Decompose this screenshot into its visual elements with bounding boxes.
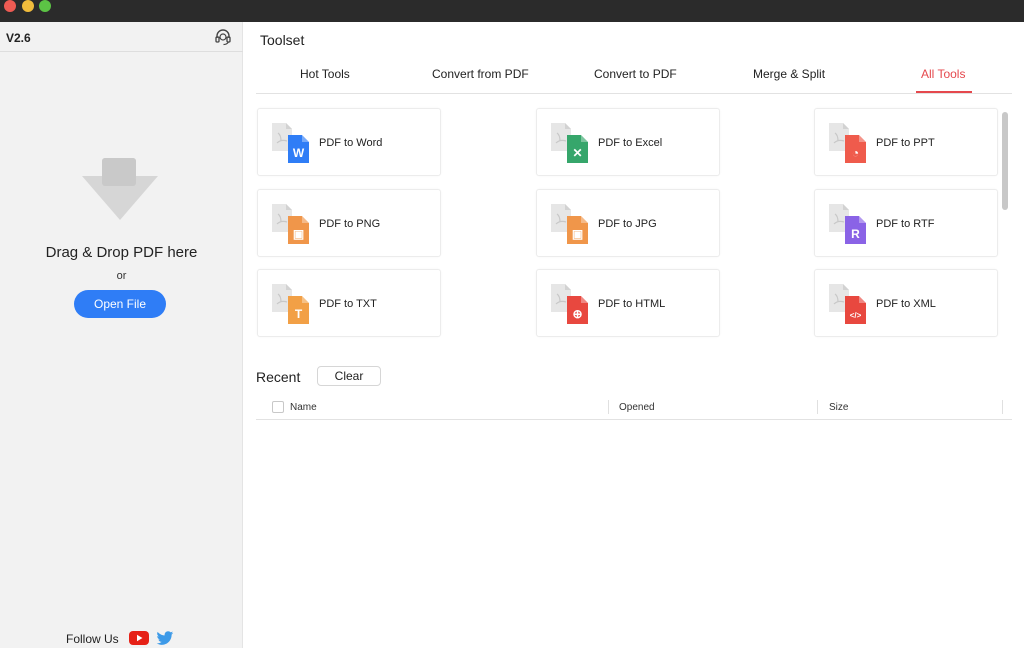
tab-all-tools[interactable]: All Tools [921,67,965,81]
svg-text:⊕: ⊕ [572,307,582,321]
or-label: or [116,270,127,282]
column-divider [608,400,609,414]
tab-hot-tools[interactable]: Hot Tools [300,67,350,81]
svg-text:▣: ▣ [293,227,304,241]
tool-label: PDF to PPT [876,137,935,149]
rtf-doc-icon: R [829,204,866,244]
svg-text:</>: </> [850,311,862,320]
tool-label: PDF to PNG [319,218,381,230]
close-window-button[interactable] [4,0,16,12]
svg-text:T: T [295,307,303,321]
word-doc-icon: W [272,123,309,163]
tool-card[interactable]: R PDF to RTF [814,189,998,257]
excel-doc-icon: ✕ [551,123,588,163]
svg-text:◔: ◔ [852,146,859,160]
tool-label: PDF to JPG [598,218,657,230]
tool-card[interactable]: T PDF to TXT [257,269,441,337]
tool-label: PDF to Word [319,137,383,149]
tool-card[interactable]: W PDF to Word [257,108,441,176]
zoom-window-button[interactable] [39,0,51,12]
sidebar-header: V2.6 [0,22,243,52]
xml-code-icon: </> [829,284,866,324]
tab-bar: Hot Tools Convert from PDF Convert to PD… [256,58,1012,94]
page-title: Toolset [260,32,305,48]
main-panel: Toolset Hot Tools Convert from PDF Conve… [244,22,1024,648]
column-divider [1002,400,1003,414]
svg-text:▣: ▣ [572,227,583,241]
ppt-doc-icon: ◔ [829,123,866,163]
column-divider [817,400,818,414]
html-globe-icon: ⊕ [551,284,588,324]
jpg-image-icon: ▣ [551,204,588,244]
tool-card[interactable]: </> PDF to XML [814,269,998,337]
tool-label: PDF to Excel [598,137,663,149]
support-agent-icon[interactable] [214,28,232,46]
tool-card[interactable]: ◔ PDF to PPT [814,108,998,176]
twitter-icon[interactable] [156,631,174,646]
tool-card[interactable]: ⊕ PDF to HTML [536,269,720,337]
tab-convert-from-pdf[interactable]: Convert from PDF [432,67,529,81]
txt-doc-icon: T [272,284,309,324]
follow-us-label: Follow Us [66,632,119,646]
svg-text:✕: ✕ [572,146,582,160]
recent-table-header: Name Opened Size [256,398,1012,420]
column-name[interactable]: Name [290,402,317,413]
open-file-button[interactable]: Open File [74,290,166,318]
title-bar [0,0,1024,22]
youtube-icon[interactable] [129,631,149,645]
tool-label: PDF to HTML [598,298,666,310]
tool-card[interactable]: ▣ PDF to JPG [536,189,720,257]
active-tab-indicator [916,91,972,93]
svg-text:R: R [851,227,860,241]
png-image-icon: ▣ [272,204,309,244]
svg-text:W: W [293,146,305,160]
tool-label: PDF to TXT [319,298,377,310]
tab-convert-to-pdf[interactable]: Convert to PDF [594,67,677,81]
clear-button[interactable]: Clear [317,366,381,386]
column-size[interactable]: Size [829,402,848,413]
column-opened[interactable]: Opened [619,402,655,413]
recent-title: Recent [256,369,301,385]
scrollbar-thumb[interactable] [1002,112,1008,210]
tool-label: PDF to RTF [876,218,935,230]
drag-drop-label: Drag & Drop PDF here [45,244,198,261]
tool-card[interactable]: ▣ PDF to PNG [257,189,441,257]
select-all-checkbox[interactable] [272,401,284,413]
tool-card[interactable]: ✕ PDF to Excel [536,108,720,176]
tab-merge-split[interactable]: Merge & Split [753,67,825,81]
sidebar: V2.6 Drag & Drop PDF here or Open File F… [0,22,243,648]
download-arrow-icon [82,158,158,220]
minimize-window-button[interactable] [22,0,34,12]
tool-label: PDF to XML [876,298,936,310]
version-label: V2.6 [6,31,31,45]
